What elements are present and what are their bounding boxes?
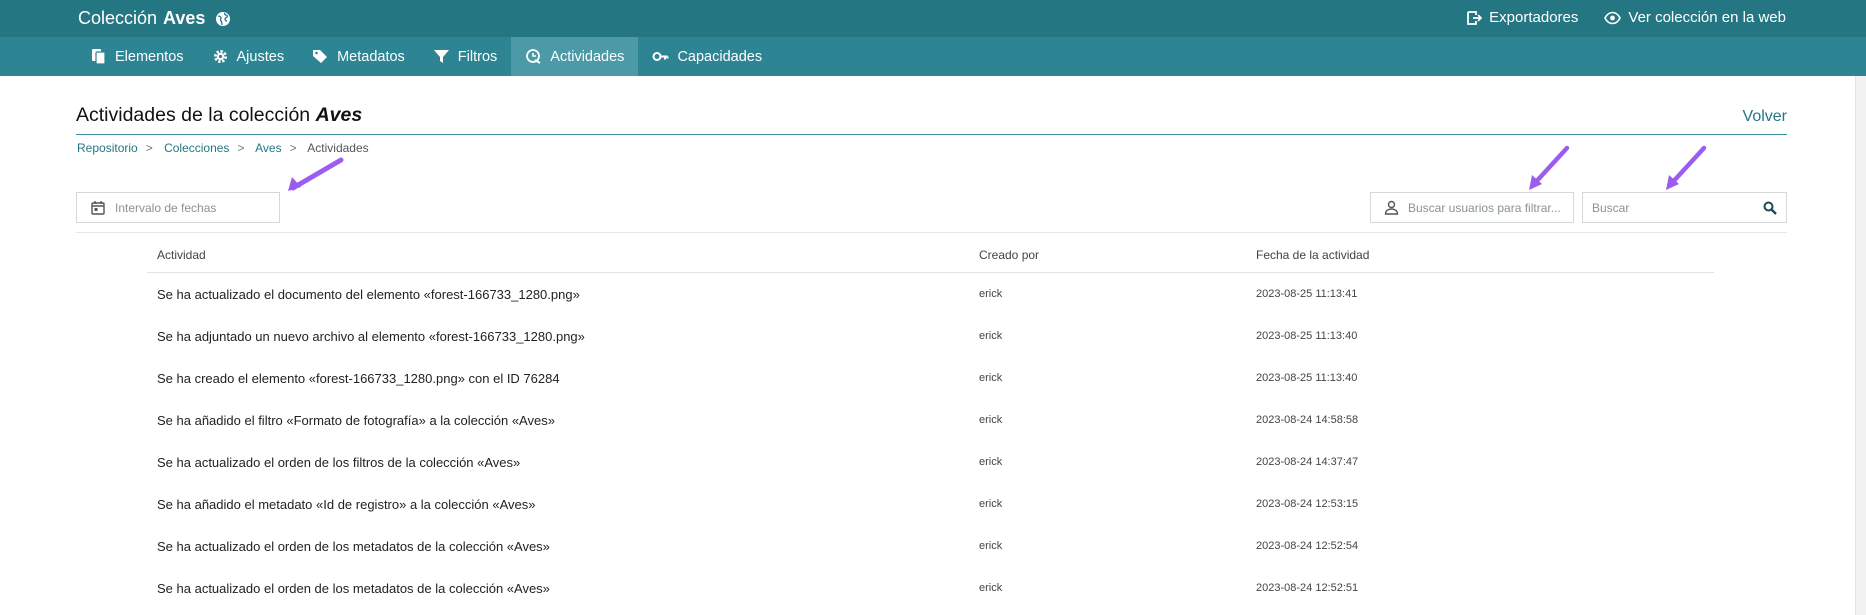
tab-actividades[interactable]: Actividades	[511, 37, 639, 76]
user-filter-input[interactable]: Buscar usuarios para filtrar...	[1370, 192, 1574, 223]
date-cell: 2023-08-24 12:52:51	[1256, 582, 1359, 594]
breadcrumb-current: Actividades	[307, 141, 369, 155]
export-icon	[1467, 10, 1483, 25]
column-header-activity[interactable]: Actividad	[147, 248, 979, 262]
view-collection-label: Ver colección en la web	[1628, 9, 1786, 26]
tab-capacidades[interactable]: Capacidades	[638, 37, 776, 76]
activity-cell: Se ha creado el elemento «forest-166733_…	[157, 370, 560, 386]
date-cell: 2023-08-25 11:13:40	[1256, 372, 1358, 384]
tab-label: Metadatos	[337, 48, 405, 65]
date-cell: 2023-08-24 12:52:54	[1256, 540, 1359, 552]
user-cell: erick	[979, 498, 1003, 510]
table-row[interactable]: Se ha añadido el metadato «Id de registr…	[147, 483, 1714, 525]
activity-cell: Se ha añadido el metadato «Id de registr…	[157, 496, 536, 512]
table-row[interactable]: Se ha actualizado el orden de los metada…	[147, 567, 1714, 609]
activity-cell: Se ha actualizado el documento del eleme…	[157, 286, 580, 302]
activities-table: Actividad Creado por Fecha de la activid…	[147, 238, 1714, 609]
tab-filtros[interactable]: Filtros	[419, 37, 511, 76]
user-icon	[1384, 200, 1399, 215]
tab-label: Ajustes	[236, 48, 285, 65]
page-title-collection: Aves	[315, 104, 363, 126]
user-filter-placeholder: Buscar usuarios para filtrar...	[1408, 200, 1561, 215]
search-icon[interactable]	[1763, 201, 1777, 215]
top-bar: Colección Aves Exportadores Ver colecció…	[0, 0, 1866, 37]
annotation-arrow-users	[1529, 145, 1570, 190]
tab-elementos[interactable]: Elementos	[76, 37, 198, 76]
collection-title: Colección Aves	[78, 8, 231, 29]
exporters-label: Exportadores	[1489, 9, 1579, 26]
activity-cell: Se ha añadido el filtro «Formato de foto…	[157, 412, 555, 428]
filters-divider	[76, 232, 1787, 233]
globe-icon[interactable]	[215, 11, 231, 27]
user-cell: erick	[979, 414, 1003, 426]
table-row[interactable]: Se ha actualizado el orden de los metada…	[147, 525, 1714, 567]
breadcrumb-separator: >	[237, 141, 245, 155]
date-cell: 2023-08-24 12:53:15	[1256, 498, 1359, 510]
annotation-arrow-search	[1666, 145, 1707, 190]
column-header-date[interactable]: Fecha de la actividad	[1256, 248, 1556, 262]
date-cell: 2023-08-25 11:13:41	[1256, 288, 1358, 300]
breadcrumb-separator: >	[145, 141, 153, 155]
breadcrumb-colecciones[interactable]: Colecciones	[164, 141, 229, 155]
column-header-created-by[interactable]: Creado por	[979, 248, 1256, 262]
breadcrumb-aves[interactable]: Aves	[255, 141, 281, 155]
tab-label: Filtros	[457, 48, 498, 65]
search-placeholder: Buscar	[1592, 200, 1630, 215]
user-cell: erick	[979, 582, 1003, 594]
breadcrumb: Repositorio > Colecciones > Aves > Activida…	[77, 141, 369, 155]
table-row[interactable]: Se ha actualizado el documento del eleme…	[147, 273, 1714, 315]
table-row[interactable]: Se ha actualizado el orden de los filtro…	[147, 441, 1714, 483]
back-link[interactable]: Volver	[1743, 108, 1787, 126]
tags-icon	[313, 50, 328, 63]
table-row[interactable]: Se ha creado el elemento «forest-166733_…	[147, 357, 1714, 399]
user-cell: erick	[979, 540, 1003, 552]
tab-label: Capacidades	[677, 48, 763, 65]
user-cell: erick	[979, 288, 1003, 300]
activity-cell: Se ha actualizado el orden de los filtro…	[157, 454, 521, 470]
table-row[interactable]: Se ha adjuntado un nuevo archivo al elem…	[147, 315, 1714, 357]
table-header: Actividad Creado por Fecha de la activid…	[147, 238, 1714, 273]
breadcrumb-repositorio[interactable]: Repositorio	[77, 141, 138, 155]
date-cell: 2023-08-24 14:58:58	[1256, 414, 1359, 426]
tab-metadatos[interactable]: Metadatos	[298, 37, 419, 76]
page-scrollbar[interactable]	[1855, 76, 1866, 615]
tab-label: Actividades	[550, 48, 625, 65]
elements-icon	[92, 49, 106, 65]
calendar-icon	[91, 200, 105, 215]
tab-label: Elementos	[115, 48, 184, 65]
collection-title-prefix: Colección	[78, 8, 158, 28]
user-cell: erick	[979, 372, 1003, 384]
collection-tabs: Elementos Ajustes Metadatos Filtros Acti…	[0, 37, 1866, 76]
eye-icon	[1604, 11, 1622, 24]
user-cell: erick	[979, 330, 1003, 342]
date-range-input[interactable]: Intervalo de fechas	[76, 192, 280, 223]
activity-cell: Se ha actualizado el orden de los metada…	[157, 580, 550, 596]
key-icon	[652, 52, 669, 61]
activity-cell: Se ha actualizado el orden de los metada…	[157, 538, 550, 554]
annotation-arrow-date	[288, 157, 344, 191]
view-collection-button[interactable]: Ver colección en la web	[1604, 9, 1786, 26]
exporters-button[interactable]: Exportadores	[1466, 9, 1578, 26]
user-cell: erick	[979, 456, 1003, 468]
date-cell: 2023-08-24 14:37:47	[1256, 456, 1359, 468]
search-input[interactable]: Buscar	[1582, 192, 1787, 223]
page-title-prefix: Actividades de la colección	[76, 104, 311, 126]
gear-icon	[213, 50, 227, 63]
collection-name: Aves	[163, 8, 206, 28]
tab-ajustes[interactable]: Ajustes	[198, 37, 299, 76]
activity-cell: Se ha adjuntado un nuevo archivo al elem…	[157, 328, 585, 344]
date-range-placeholder: Intervalo de fechas	[115, 200, 217, 215]
activity-icon	[526, 49, 541, 64]
page-title: Actividades de la colección Aves	[76, 104, 1787, 127]
filter-icon	[433, 50, 449, 63]
breadcrumb-separator: >	[289, 141, 297, 155]
page-header: Actividades de la colección Aves Volver	[76, 104, 1787, 135]
date-cell: 2023-08-25 11:13:40	[1256, 330, 1358, 342]
table-row[interactable]: Se ha añadido el filtro «Formato de foto…	[147, 399, 1714, 441]
